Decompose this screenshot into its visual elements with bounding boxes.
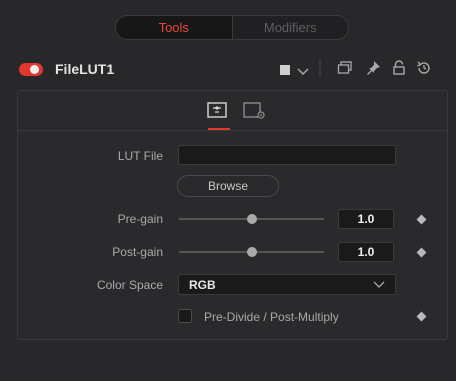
controls-tab-icon[interactable] <box>206 100 232 122</box>
panel-tab-bar: Tools Modifiers <box>115 15 349 40</box>
reset-icon[interactable] <box>416 60 432 81</box>
color-swatch-icon[interactable] <box>280 62 290 80</box>
versions-icon[interactable] <box>337 60 353 81</box>
color-space-selected: RGB <box>189 277 216 292</box>
tool-enable-toggle[interactable] <box>19 63 43 76</box>
color-space-label: Color Space <box>96 278 163 292</box>
tool-controls-panel: LUT File Browse Pre-gain 1.0 Post-gain 1… <box>17 90 448 340</box>
post-gain-slider[interactable] <box>179 247 324 257</box>
lut-file-label: LUT File <box>117 149 163 163</box>
lock-icon[interactable] <box>391 60 407 81</box>
color-space-select[interactable]: RGB <box>178 274 396 295</box>
pre-gain-keyframe-button[interactable] <box>416 214 427 225</box>
tab-tools[interactable]: Tools <box>116 16 232 39</box>
predivide-keyframe-button[interactable] <box>416 311 427 322</box>
pre-gain-label: Pre-gain <box>117 212 163 226</box>
post-gain-keyframe-button[interactable] <box>416 247 427 258</box>
pin-icon[interactable] <box>365 60 381 81</box>
tool-header: FileLUT1 <box>8 56 456 84</box>
post-gain-value[interactable]: 1.0 <box>338 242 394 262</box>
header-divider <box>319 59 321 82</box>
chevron-down-icon <box>373 278 385 292</box>
chevron-down-icon[interactable] <box>297 63 309 81</box>
lut-file-input[interactable] <box>178 145 396 165</box>
post-gain-slider-thumb[interactable] <box>246 247 257 257</box>
pre-gain-value[interactable]: 1.0 <box>338 209 394 229</box>
tab-modifiers[interactable]: Modifiers <box>231 16 348 39</box>
pre-gain-slider[interactable] <box>179 214 324 224</box>
pre-gain-slider-thumb[interactable] <box>246 214 257 224</box>
tool-name: FileLUT1 <box>55 61 115 77</box>
toggle-knob <box>30 65 39 74</box>
active-subtab-indicator <box>208 128 230 130</box>
predivide-checkbox[interactable] <box>178 309 192 323</box>
control-subtabs <box>18 91 447 131</box>
predivide-label: Pre-Divide / Post-Multiply <box>204 310 339 324</box>
browse-button[interactable]: Browse <box>177 175 279 197</box>
settings-tab-icon[interactable] <box>242 100 268 122</box>
post-gain-label: Post-gain <box>112 245 163 259</box>
